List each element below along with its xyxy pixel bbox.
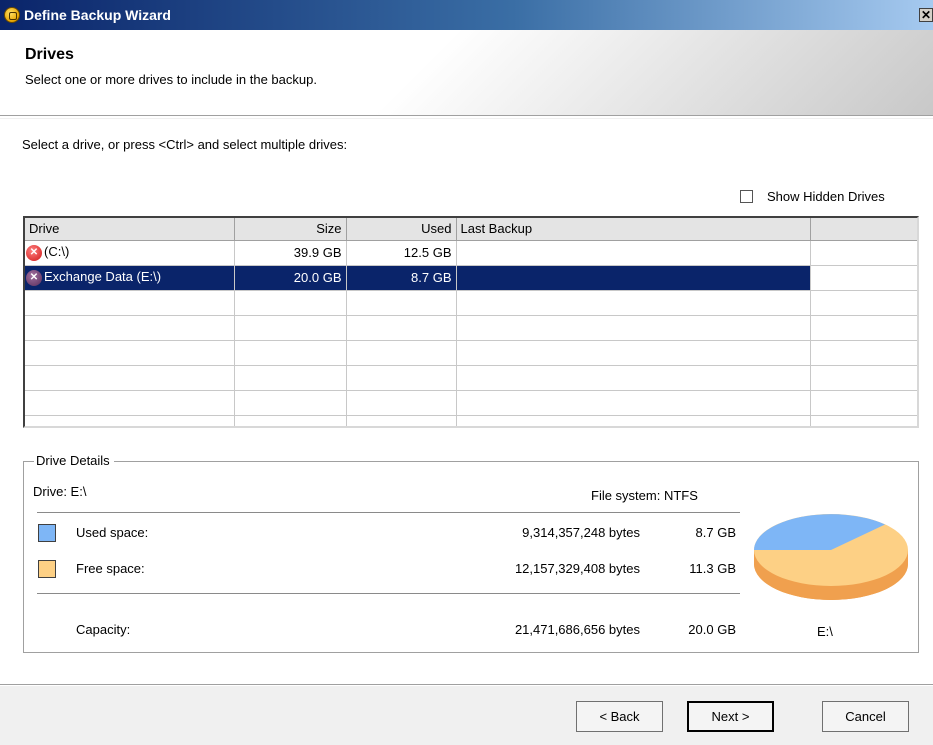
next-button[interactable]: Next > [687, 701, 774, 732]
title-bar: Define Backup Wizard ✕ [0, 0, 933, 30]
disk-usage-pie-chart [754, 514, 908, 600]
column-header-drive[interactable]: Drive [25, 218, 235, 241]
empty-row [25, 415, 917, 426]
close-icon[interactable]: ✕ [919, 8, 933, 22]
column-header-size[interactable]: Size [234, 218, 347, 241]
used-cell: 12.5 GB [346, 240, 457, 266]
used-space-gb: 8.7 GB [695, 525, 736, 540]
capacity-label: Capacity: [76, 622, 131, 637]
table-row-selected[interactable]: ✕ Exchange Data (E:\) 20.0 GB 8.7 GB [25, 265, 917, 291]
details-drive-label: Drive: E:\ [33, 484, 87, 499]
details-divider [37, 512, 740, 513]
drive-details-group: Drive Details Drive: E:\ File system: NT… [23, 453, 919, 653]
drive-details-legend: Drive Details [34, 453, 114, 468]
empty-row [25, 340, 917, 366]
grid-header: Drive Size Used Last Backup [25, 218, 917, 241]
show-hidden-drives-label: Show Hidden Drives [767, 189, 885, 204]
empty-row [25, 390, 917, 416]
free-space-label: Free space: [76, 561, 145, 576]
used-cell: 8.7 GB [346, 265, 457, 291]
page-title: Drives [25, 46, 74, 63]
drive-error-icon: ✕ [26, 244, 42, 261]
instruction-text: Select a drive, or press <Ctrl> and sele… [22, 137, 348, 152]
column-header-last-backup[interactable]: Last Backup [456, 218, 811, 241]
details-divider [37, 593, 740, 594]
filler-cell [810, 265, 917, 291]
free-space-bytes: 12,157,329,408 bytes [514, 561, 640, 576]
last-backup-cell [456, 240, 811, 266]
free-space-swatch [38, 560, 56, 578]
column-header-filler [810, 218, 917, 241]
wizard-header: Drives Select one or more drives to incl… [0, 30, 933, 118]
details-filesystem: File system: NTFS [591, 488, 698, 503]
used-space-bytes: 9,314,357,248 bytes [522, 525, 640, 540]
empty-row [25, 290, 917, 316]
filler-cell [810, 240, 917, 266]
empty-row [25, 315, 917, 341]
size-cell: 20.0 GB [234, 265, 347, 291]
wizard-body: Select a drive, or press <Ctrl> and sele… [0, 119, 933, 684]
drive-cell[interactable]: ✕ Exchange Data (E:\) [25, 265, 235, 291]
drive-name: (C:\) [44, 244, 70, 260]
free-space-gb: 11.3 GB [689, 561, 736, 576]
checkbox-box[interactable] [740, 190, 753, 203]
size-cell: 39.9 GB [234, 240, 347, 266]
show-hidden-drives-checkbox[interactable]: Show Hidden Drives [740, 189, 885, 204]
drive-cell[interactable]: ✕ (C:\) [25, 240, 235, 266]
page-subtitle: Select one or more drives to include in … [25, 72, 317, 87]
backup-app-icon [4, 7, 20, 23]
drives-grid[interactable]: Drive Size Used Last Backup ✕ (C:\) 39.9 … [23, 216, 919, 428]
drive-name: Exchange Data (E:\) [44, 269, 162, 285]
drive-error-icon: ✕ [26, 269, 42, 286]
cancel-button[interactable]: Cancel [822, 701, 909, 732]
back-button[interactable]: < Back [576, 701, 663, 732]
window-title: Define Backup Wizard [24, 7, 171, 23]
column-header-used[interactable]: Used [346, 218, 457, 241]
wizard-footer: < Back Next > Cancel [0, 684, 933, 745]
empty-row [25, 365, 917, 391]
capacity-gb: 20.0 GB [688, 622, 736, 637]
used-space-swatch [38, 524, 56, 542]
capacity-bytes: 21,471,686,656 bytes [514, 622, 640, 637]
table-row[interactable]: ✕ (C:\) 39.9 GB 12.5 GB [25, 240, 917, 266]
pie-drive-label: E:\ [817, 624, 833, 639]
used-space-label: Used space: [76, 525, 149, 540]
last-backup-cell [456, 265, 811, 291]
